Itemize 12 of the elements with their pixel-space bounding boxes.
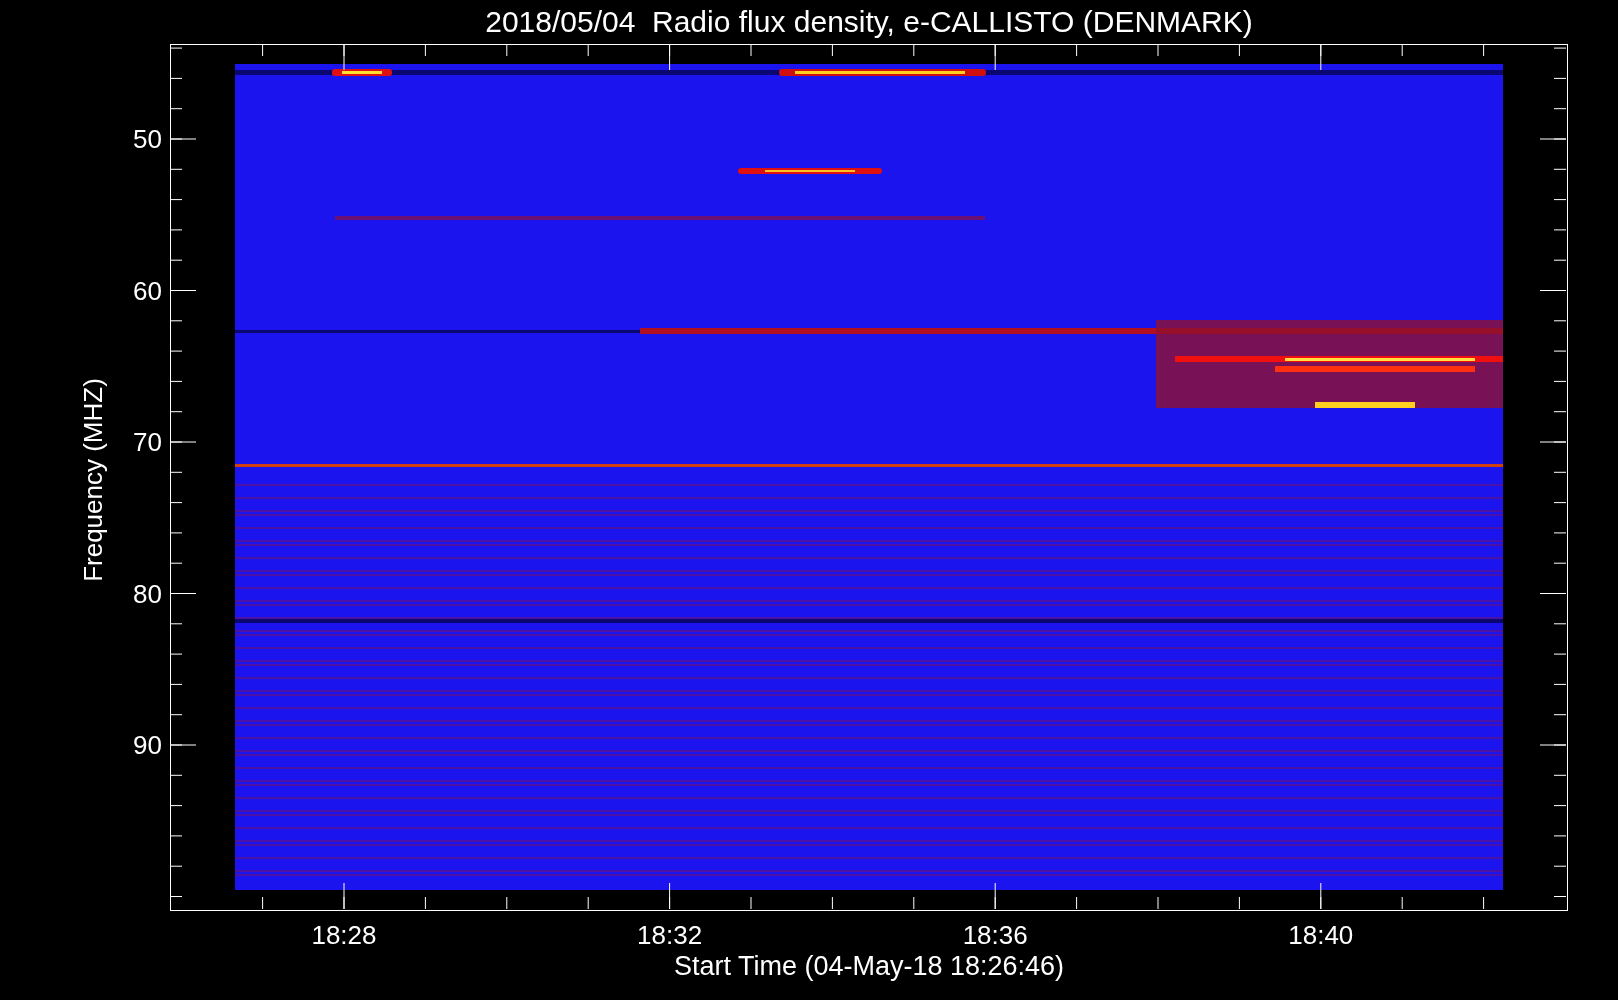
x-axis-label: Start Time (04-May-18 18:26:46)	[672, 950, 1066, 982]
y-tick-label: 50	[132, 124, 162, 154]
y-tick-label: 80	[132, 578, 162, 609]
x-tick-label: 18:32	[636, 920, 704, 950]
x-tick-label: 18:40	[1287, 920, 1355, 950]
x-tick-label: 18:36	[961, 920, 1029, 950]
chart-title: 2018/05/04 Radio flux density, e-CALLISTO (DENMARK)	[484, 4, 1254, 40]
x-tick-label: 18:28	[310, 920, 378, 950]
y-tick-label: 70	[132, 427, 162, 457]
y-tick-label: 90	[132, 730, 162, 760]
y-tick-label: 60	[132, 275, 162, 306]
y-axis-label: Frequency (MHZ)	[77, 378, 109, 582]
